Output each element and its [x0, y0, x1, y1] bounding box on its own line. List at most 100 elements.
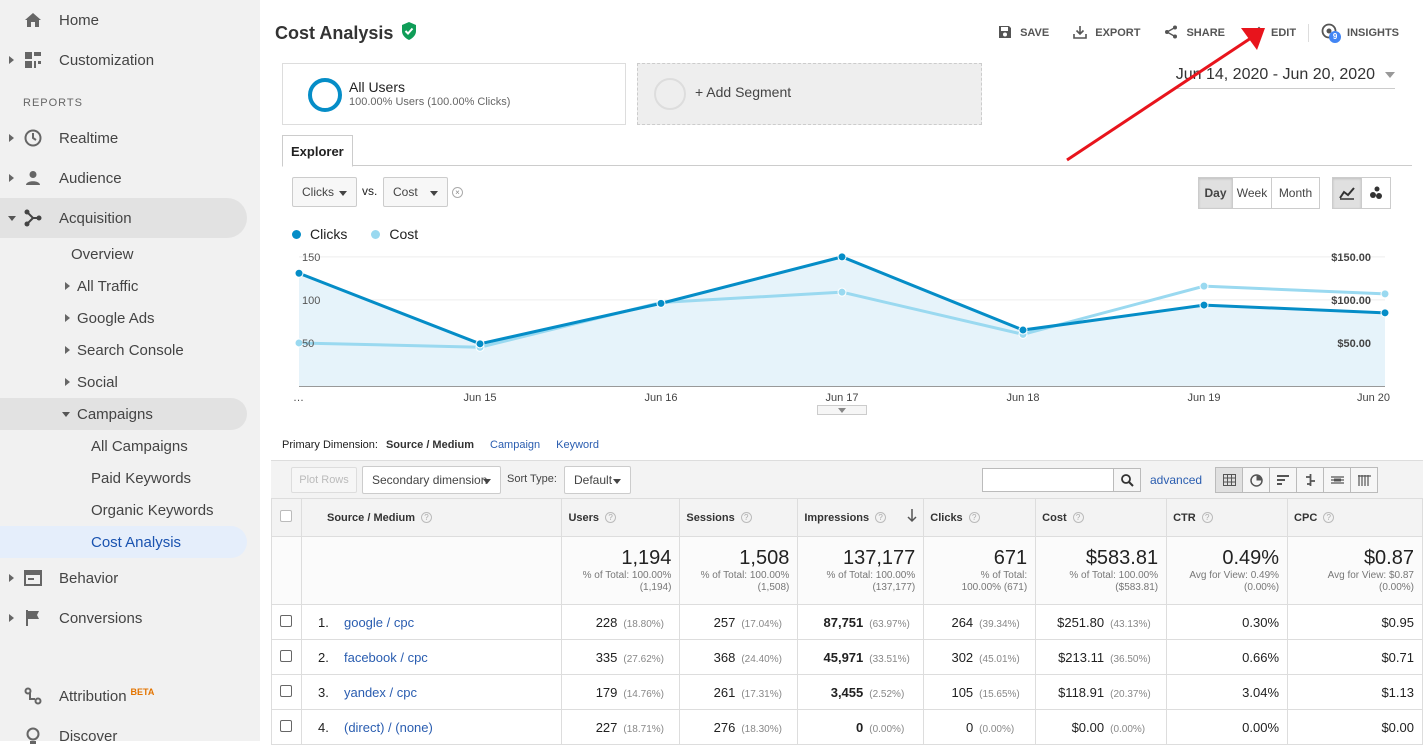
row-checkbox-cell[interactable] [271, 639, 302, 675]
nav-attribution[interactable]: Attribution BETA [0, 676, 260, 716]
select-all-checkbox-cell[interactable] [271, 498, 302, 537]
search-icon [1120, 473, 1134, 487]
col-cpc[interactable]: CPC? [1287, 498, 1423, 537]
y-right-tick-label: $100.00 [1331, 295, 1371, 307]
segment-all-users[interactable]: All Users 100.00% Users (100.00% Clicks) [282, 63, 626, 125]
advanced-filter-link[interactable]: advanced [1150, 473, 1202, 487]
tab-explorer[interactable]: Explorer [282, 135, 353, 167]
caret-right-icon [65, 282, 70, 290]
nav-discover[interactable]: Discover [0, 716, 260, 756]
nav-customization[interactable]: Customization [0, 40, 260, 80]
col-users[interactable]: Users? [561, 498, 681, 537]
add-segment-button[interactable]: + Add Segment [637, 63, 982, 125]
nav-all-traffic[interactable]: All Traffic [62, 270, 138, 302]
source-medium-link[interactable]: (direct) / (none) [344, 720, 433, 735]
nav-social[interactable]: Social [62, 366, 118, 398]
line-chart: 150 100 50 $150.00 $100.00 $50.00 … Jun 15 Jun 1… [293, 252, 1390, 404]
help-icon[interactable]: ? [740, 512, 752, 524]
remove-metric-icon[interactable]: × [452, 187, 463, 198]
nav-acquisition[interactable]: Acquisition [0, 198, 247, 238]
sort-type-select[interactable]: Default [564, 466, 631, 494]
nav-all-campaigns[interactable]: All Campaigns [91, 430, 188, 462]
row-checkbox-cell[interactable] [271, 709, 302, 745]
motion-chart-button[interactable] [1361, 177, 1391, 209]
help-icon[interactable]: ? [1201, 512, 1213, 524]
metric1-select[interactable]: Clicks [292, 177, 357, 207]
help-icon[interactable]: ? [1323, 512, 1335, 524]
chart-resize-handle[interactable] [817, 405, 867, 415]
dimension-campaign-link[interactable]: Campaign [490, 439, 540, 451]
data-table-view-button[interactable] [1215, 467, 1243, 493]
help-icon[interactable]: ? [875, 512, 887, 524]
nav-audience[interactable]: Audience [0, 158, 260, 198]
help-icon[interactable]: ? [605, 512, 617, 524]
explorer-tabs: Explorer [282, 135, 1412, 167]
nav-behavior[interactable]: Behavior [0, 558, 260, 598]
nav-all-traffic-label: All Traffic [77, 277, 139, 295]
clicks-point [1199, 300, 1209, 310]
plot-rows-button[interactable]: Plot Rows [291, 467, 357, 493]
total-ctr: 0.49% Avg for View: 0.49% (0.00%) [1166, 536, 1289, 605]
row-checkbox[interactable] [280, 649, 292, 662]
insights-button[interactable]: 9 INSIGHTS [1308, 23, 1411, 43]
nav-cost-analysis[interactable]: Cost Analysis [0, 526, 247, 558]
sessions-cell: 368 (24.40%) [679, 639, 799, 675]
col-sessions[interactable]: Sessions? [679, 498, 799, 537]
caret-right-icon [65, 346, 70, 354]
col-clicks[interactable]: Clicks? [923, 498, 1037, 537]
chevron-down-icon [838, 408, 846, 413]
source-medium-link[interactable]: google / cpc [344, 615, 414, 630]
source-medium-link[interactable]: yandex / cpc [344, 685, 417, 700]
month-button[interactable]: Month [1271, 177, 1320, 209]
clicks-value: 105 [951, 684, 974, 700]
sessions-cell: 257 (17.04%) [679, 604, 799, 640]
col-impressions[interactable]: Impressions? [797, 498, 925, 537]
pivot-view-button[interactable] [1350, 467, 1378, 493]
row-checkbox-cell[interactable] [271, 674, 302, 710]
week-button[interactable]: Week [1232, 177, 1272, 209]
day-button[interactable]: Day [1198, 177, 1233, 209]
select-all-checkbox[interactable] [280, 510, 292, 522]
nav-overview[interactable]: Overview [71, 238, 134, 270]
help-icon[interactable]: ? [421, 512, 433, 524]
save-button[interactable]: SAVE [986, 24, 1061, 42]
help-icon[interactable]: ? [968, 512, 980, 524]
y-left-tick-label: 150 [302, 252, 320, 264]
term-cloud-view-button[interactable] [1323, 467, 1351, 493]
clicks-value: 302 [951, 649, 974, 665]
dimension-keyword-link[interactable]: Keyword [556, 439, 599, 451]
col-source-medium[interactable]: Source / Medium? [300, 498, 563, 537]
cost-value: $251.80 [1057, 614, 1105, 630]
metric2-select[interactable]: Cost [383, 177, 448, 207]
secondary-dimension-select[interactable]: Secondary dimension [362, 466, 501, 494]
cost-pct: (0.00%) [1110, 723, 1146, 735]
line-chart-button[interactable] [1332, 177, 1362, 209]
cost-point [1380, 289, 1390, 299]
nav-campaigns[interactable]: Campaigns [0, 398, 247, 430]
row-checkbox[interactable] [280, 719, 292, 732]
nav-home[interactable]: Home [0, 0, 260, 40]
row-checkbox[interactable] [280, 684, 292, 697]
table-search-input[interactable] [982, 468, 1114, 492]
col-cost[interactable]: Cost? [1035, 498, 1168, 537]
help-icon[interactable]: ? [1072, 512, 1084, 524]
source-medium-cell: 3. yandex / cpc [300, 674, 563, 710]
col-clicks-label: Clicks [930, 511, 963, 524]
nav-realtime[interactable]: Realtime [0, 118, 260, 158]
row-checkbox-cell[interactable] [271, 604, 302, 640]
caret-right-icon [9, 574, 14, 582]
col-ctr[interactable]: CTR? [1166, 498, 1289, 537]
total-detail: % of Total: 100.00% [582, 570, 672, 581]
pie-view-button[interactable] [1242, 467, 1270, 493]
performance-view-button[interactable] [1269, 467, 1297, 493]
nav-paid-keywords[interactable]: Paid Keywords [91, 462, 191, 494]
nav-google-ads[interactable]: Google Ads [62, 302, 155, 334]
nav-organic-keywords[interactable]: Organic Keywords [91, 494, 214, 526]
row-checkbox[interactable] [280, 614, 292, 627]
total-detail: % of Total: [980, 570, 1028, 581]
comparison-view-button[interactable] [1296, 467, 1324, 493]
nav-search-console[interactable]: Search Console [62, 334, 184, 366]
nav-conversions[interactable]: Conversions [0, 598, 260, 638]
source-medium-link[interactable]: facebook / cpc [344, 650, 428, 665]
table-search-button[interactable] [1113, 468, 1141, 492]
